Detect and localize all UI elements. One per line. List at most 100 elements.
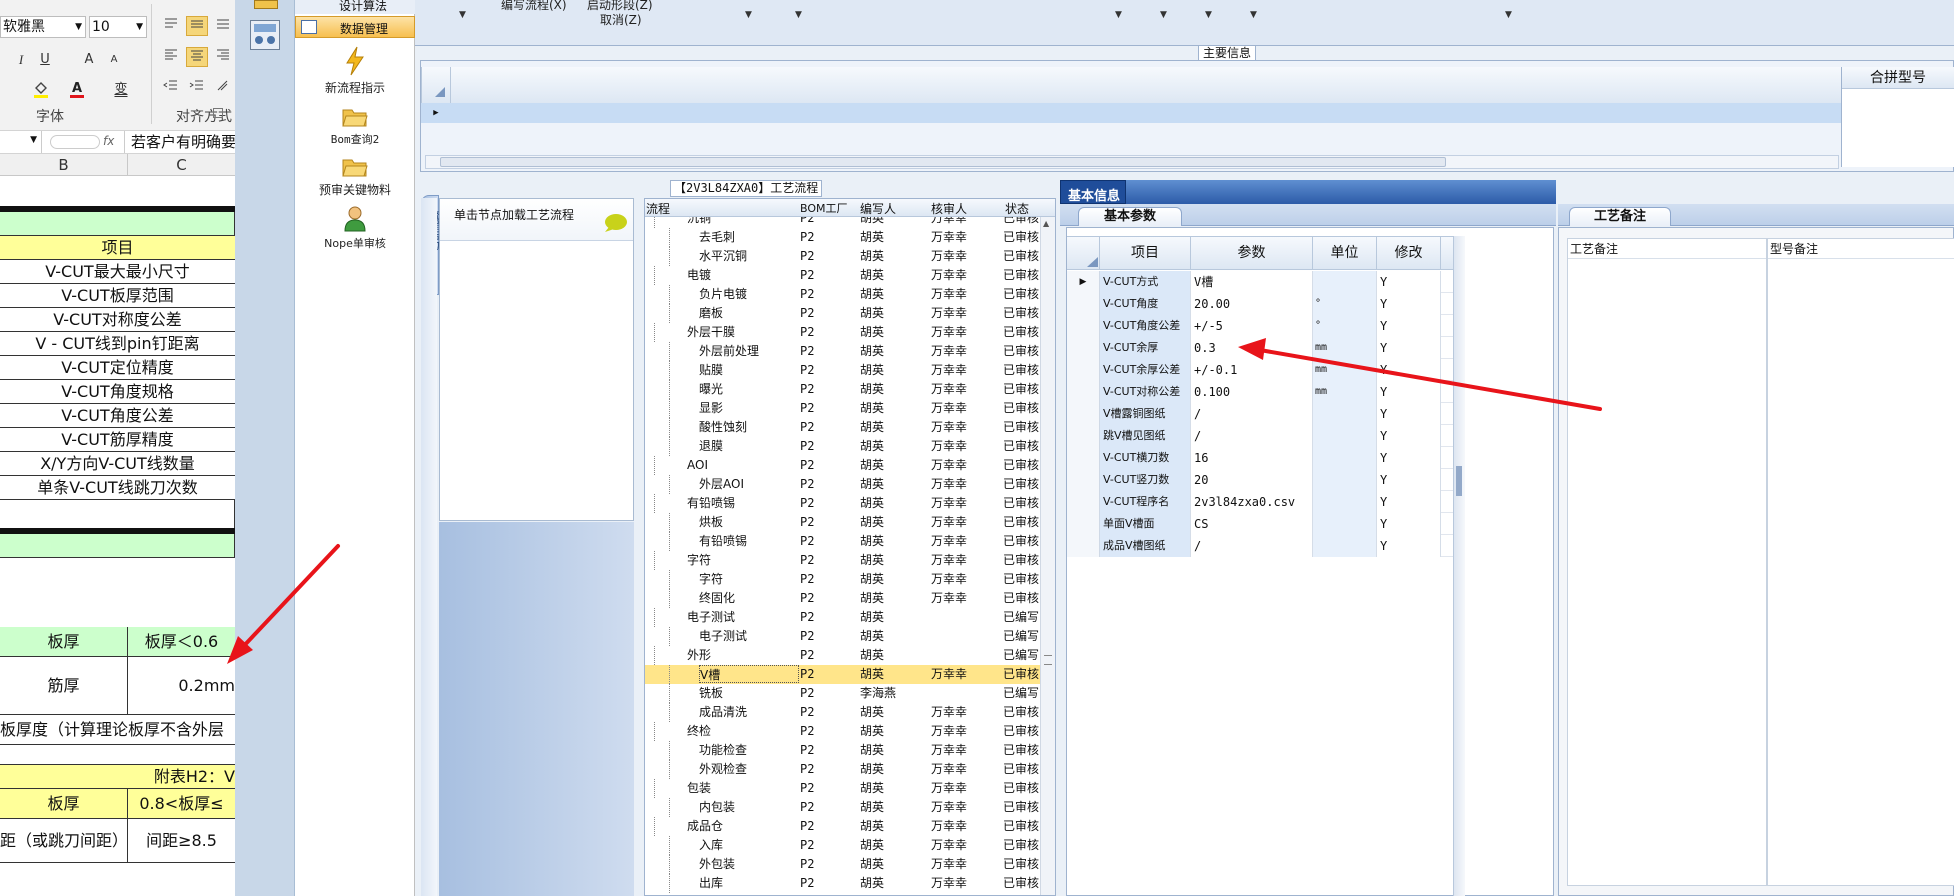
tree-row[interactable]: − 有铅喷锡P2胡英万幸幸已审核: [645, 494, 1040, 513]
italic-button[interactable]: I: [10, 50, 32, 70]
tree-row[interactable]: 曝光 P2 胡英 万幸幸 已审核: [645, 380, 1040, 399]
param-value[interactable]: 0.100: [1191, 381, 1313, 403]
chevron-down-icon[interactable]: ▼: [745, 10, 752, 20]
param-row[interactable]: V-CUT竖刀数 20 Y: [1067, 469, 1453, 491]
tree-row[interactable]: 功能检查 P2 胡英 万幸幸 已审核: [645, 741, 1040, 760]
sheet-cell[interactable]: V-CUT定位精度: [0, 356, 235, 380]
tree-row[interactable]: 负片电镀 P2 胡英 万幸幸 已审核: [645, 285, 1040, 304]
fx-button[interactable]: fx: [103, 134, 114, 148]
sheet-cell[interactable]: 板厚度（计算理论板厚不含外层: [0, 715, 235, 745]
param-value[interactable]: 20: [1191, 469, 1313, 491]
param-row[interactable]: V-CUT角度公差 +/-5 ° Y: [1067, 315, 1453, 337]
chevron-down-icon[interactable]: ▼: [1160, 10, 1167, 20]
font-name-select[interactable]: 软雅黑 ▼: [0, 16, 86, 38]
tree-row[interactable]: 去毛刺 P2 胡英 万幸幸 已审核: [645, 228, 1040, 247]
tree-row[interactable]: 磨板 P2 胡英 万幸幸 已审核: [645, 304, 1040, 323]
param-row[interactable]: V-CUT角度 20.00 ° Y: [1067, 293, 1453, 315]
align-right-icon[interactable]: [212, 47, 234, 67]
param-value[interactable]: 2v3l84zxa0.csv: [1191, 491, 1313, 513]
tree-row[interactable]: − 成品仓P2胡英万幸幸已审核: [645, 817, 1040, 836]
tree-row[interactable]: 显影 P2 胡英 万幸幸 已审核: [645, 399, 1040, 418]
param-row[interactable]: V-CUT余厚 0.3 mm Y: [1067, 337, 1453, 359]
tree-row[interactable]: 铣板 P2 李海燕 已编写: [645, 684, 1040, 703]
param-value[interactable]: +/-5: [1191, 315, 1313, 337]
tree-row[interactable]: 酸性蚀刻 P2 胡英 万幸幸 已审核: [645, 418, 1040, 437]
tree-row[interactable]: 贴膜 P2 胡英 万幸幸 已审核: [645, 361, 1040, 380]
column-header-c[interactable]: C: [128, 154, 235, 176]
sheet-cell[interactable]: 间距≥8.5: [128, 819, 235, 863]
orientation-icon[interactable]: [212, 78, 234, 98]
tree-row[interactable]: 外层AOI P2 胡英 万幸幸 已审核: [645, 475, 1040, 494]
param-value[interactable]: 0.3: [1191, 337, 1313, 359]
tree-row[interactable]: − 包装P2胡英万幸幸已审核: [645, 779, 1040, 798]
nav-item-pre-review[interactable]: 预审关键物料: [295, 156, 415, 202]
indent-increase-icon[interactable]: [186, 78, 208, 98]
nav-item-data-management[interactable]: 数据管理: [295, 16, 415, 38]
menu-write-flow[interactable]: 编写流程(X): [501, 0, 567, 13]
splitter-grip[interactable]: [1456, 466, 1462, 496]
sheet-cell[interactable]: [0, 534, 235, 558]
scroll-thumb[interactable]: [440, 157, 1446, 167]
param-value[interactable]: /: [1191, 403, 1313, 425]
process-remark-box[interactable]: 工艺备注: [1567, 238, 1767, 886]
param-value[interactable]: 16: [1191, 447, 1313, 469]
sheet-cell[interactable]: V-CUT最大最小尺寸: [0, 260, 235, 284]
name-box-scroll[interactable]: [50, 135, 100, 149]
sheet-cell[interactable]: 板厚: [0, 627, 128, 657]
tree-row[interactable]: 终固化 P2 胡英 万幸幸 已审核: [645, 589, 1040, 608]
sheet-cell[interactable]: X/Y方向V-CUT线数量: [0, 452, 235, 476]
tree-row[interactable]: − 外层干膜P2胡英万幸幸已审核: [645, 323, 1040, 342]
nav-item-nope-review[interactable]: Nope单审核: [295, 206, 415, 254]
tab-basic-params[interactable]: 基本参数: [1078, 207, 1182, 226]
param-value[interactable]: 20.00: [1191, 293, 1313, 315]
sheet-cell[interactable]: 0.2mm: [128, 657, 235, 715]
splitter[interactable]: [1453, 236, 1465, 896]
align-top-icon[interactable]: [160, 16, 182, 36]
tree-row[interactable]: 退膜 P2 胡英 万幸幸 已审核: [645, 437, 1040, 456]
paint-bucket-icon[interactable]: [30, 80, 52, 100]
sheet-cell[interactable]: 单条V-CUT线跳刀次数: [0, 476, 235, 500]
model-remark-box[interactable]: 型号备注: [1767, 238, 1954, 886]
tools-icon[interactable]: [250, 20, 280, 50]
horizontal-scrollbar[interactable]: [425, 155, 1839, 169]
scroll-up-icon[interactable]: ▲: [1043, 219, 1049, 228]
tree-row[interactable]: 外观检查 P2 胡英 万幸幸 已审核: [645, 760, 1040, 779]
param-row[interactable]: V-CUT程序名 2v3l84zxa0.csv Y: [1067, 491, 1453, 513]
tab-basic-info[interactable]: 基本信息: [1060, 180, 1126, 204]
param-row[interactable]: 跳V槽见图纸 / Y: [1067, 425, 1453, 447]
chevron-down-icon[interactable]: ▼: [1115, 10, 1122, 20]
param-row[interactable]: 单面V槽面 CS Y: [1067, 513, 1453, 535]
tree-row[interactable]: − 外形P2胡英已编写: [645, 646, 1040, 665]
sheet-cell[interactable]: 筋厚: [0, 657, 128, 715]
tree-row[interactable]: 入库 P2 胡英 万幸幸 已审核: [645, 836, 1040, 855]
calculator-icon[interactable]: [254, 0, 278, 9]
tree-row[interactable]: − 字符P2胡英万幸幸已审核: [645, 551, 1040, 570]
tree-row[interactable]: V槽 P2 胡英 万幸幸 已审核: [645, 665, 1040, 684]
tree-row[interactable]: − AOIP2胡英万幸幸已审核: [645, 456, 1040, 475]
tree-row[interactable]: 水平沉铜 P2 胡英 万幸幸 已审核: [645, 247, 1040, 266]
chevron-down-icon[interactable]: ▼: [795, 10, 802, 20]
vertical-scrollbar[interactable]: ▲: [1040, 217, 1055, 895]
name-box[interactable]: ▼: [0, 131, 42, 153]
dialog-launcher-icon[interactable]: [213, 108, 223, 118]
tree-row[interactable]: 成品清洗 P2 胡英 万幸幸 已审核: [645, 703, 1040, 722]
tree-row[interactable]: 电子测试 P2 胡英 已编写: [645, 627, 1040, 646]
sheet-cell[interactable]: V - CUT线到pin钉距离: [0, 332, 235, 356]
font-size-select[interactable]: 10 ▼: [89, 16, 147, 38]
tree-row[interactable]: − 电子测试P2胡英已编写: [645, 608, 1040, 627]
align-middle-icon[interactable]: [186, 16, 208, 36]
tree-row[interactable]: − 终检P2胡英万幸幸已审核: [645, 722, 1040, 741]
sheet-cell[interactable]: 附表H2：V: [0, 765, 235, 789]
param-row[interactable]: 成品V槽图纸 / Y: [1067, 535, 1453, 557]
chevron-down-icon[interactable]: ▼: [459, 10, 466, 20]
sheet-cell[interactable]: 项目: [0, 236, 235, 260]
phonetic-button[interactable]: 变: [110, 80, 132, 100]
nav-item-bom-query[interactable]: Bom查询2: [295, 106, 415, 150]
tree-row[interactable]: 外包装 P2 胡英 万幸幸 已审核: [645, 855, 1040, 874]
param-value[interactable]: V槽: [1191, 271, 1313, 293]
tree-row[interactable]: 内包装 P2 胡英 万幸幸 已审核: [645, 798, 1040, 817]
param-row[interactable]: V-CUT余厚公差 +/-0.1 mm Y: [1067, 359, 1453, 381]
grow-font-button[interactable]: A: [78, 50, 100, 70]
nav-item[interactable]: 设计算法: [295, 0, 415, 14]
param-row[interactable]: V-CUT横刀数 16 Y: [1067, 447, 1453, 469]
